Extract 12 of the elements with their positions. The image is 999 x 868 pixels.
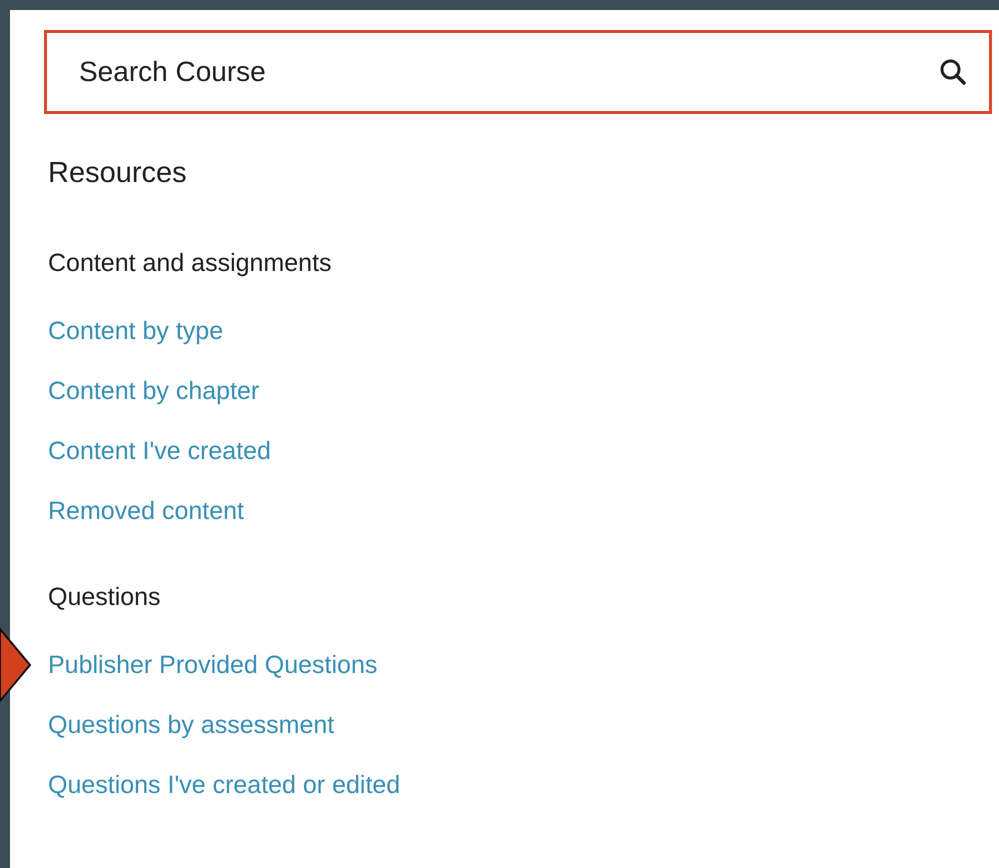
- group-heading: Content and assignments: [48, 248, 333, 278]
- resource-link[interactable]: Questions by assessment: [48, 710, 334, 740]
- resource-link[interactable]: Content I've created: [48, 436, 271, 466]
- resource-link[interactable]: Questions I've created or edited: [48, 770, 400, 800]
- section-title: Resources: [48, 156, 188, 190]
- resource-link[interactable]: Publisher Provided Questions: [48, 650, 378, 680]
- resource-link[interactable]: Removed content: [48, 496, 244, 526]
- resource-link[interactable]: Content by chapter: [48, 376, 260, 406]
- resource-link[interactable]: Content by type: [48, 316, 224, 346]
- group-heading: Questions: [48, 582, 162, 612]
- search-field[interactable]: Search Course: [44, 30, 992, 114]
- search-icon[interactable]: [938, 57, 968, 87]
